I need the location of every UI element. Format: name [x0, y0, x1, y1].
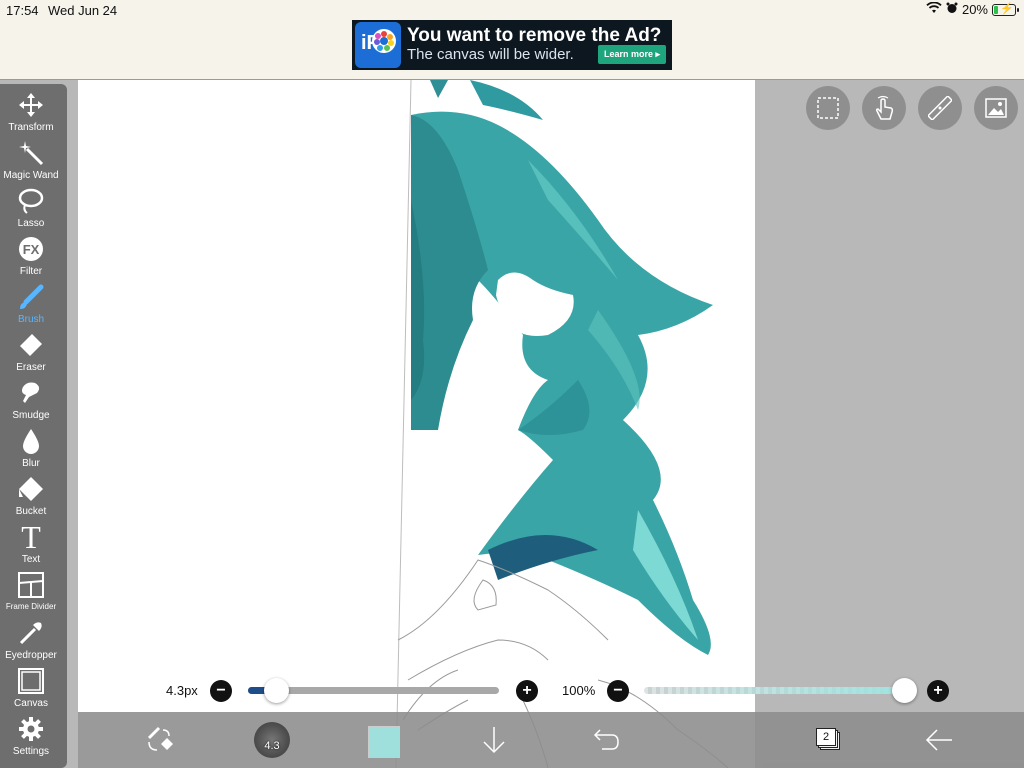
tool-label: Eraser — [16, 362, 46, 373]
layers-count: 2 — [816, 728, 836, 746]
reference-image-button[interactable] — [974, 86, 1018, 130]
download-arrow-icon — [483, 727, 505, 754]
tool-transform[interactable]: Transform — [0, 90, 62, 138]
tool-bucket[interactable]: Bucket — [0, 474, 62, 522]
tool-settings[interactable]: Settings — [0, 714, 62, 762]
fx-icon: FX — [16, 234, 46, 264]
canvas-surround — [755, 80, 1024, 768]
layers-icon: 2 — [814, 726, 842, 754]
artwork-hair-drawing — [395, 80, 729, 768]
back-button[interactable] — [921, 724, 957, 756]
tool-text[interactable]: T Text — [0, 518, 62, 570]
frame-divider-icon — [16, 570, 46, 600]
selection-icon — [817, 97, 839, 119]
tool-label: Lasso — [17, 218, 45, 229]
tool-label: Magic Wand — [3, 170, 59, 181]
wifi-icon — [926, 1, 942, 17]
opacity-slider[interactable] — [644, 687, 906, 694]
back-arrow-icon — [925, 729, 952, 751]
brush-icon — [16, 282, 46, 312]
tool-smudge[interactable]: Smudge — [0, 378, 62, 426]
gear-icon — [16, 714, 46, 744]
image-icon — [985, 98, 1007, 118]
ad-learn-more-button[interactable]: Learn more ▸ — [597, 45, 666, 64]
ibispaint-logo-icon: iP — [355, 22, 401, 68]
tool-magic-wand[interactable]: Magic Wand — [0, 138, 62, 186]
battery-icon: ⚡ — [992, 3, 1019, 16]
color-swatch[interactable] — [368, 726, 400, 758]
brush-size-short: 4.3 — [264, 740, 280, 752]
drawing-canvas[interactable] — [78, 80, 755, 768]
tool-brush[interactable]: Brush — [0, 282, 62, 330]
smudge-icon — [16, 378, 46, 408]
tool-eraser[interactable]: Eraser — [0, 330, 62, 378]
brush-preview-icon[interactable]: 4.3 — [254, 722, 290, 758]
tool-filter[interactable]: FX Filter — [0, 234, 62, 282]
selection-button[interactable] — [806, 86, 850, 130]
opacity-fill — [644, 687, 906, 694]
tool-label: Transform — [8, 122, 54, 133]
canvas-icon — [16, 666, 46, 696]
tool-label: Canvas — [14, 698, 48, 709]
move-arrows-icon — [16, 90, 46, 120]
brush-eraser-swap-button[interactable] — [142, 724, 178, 756]
opacity-increase-button[interactable]: + — [927, 680, 949, 702]
magic-wand-icon — [16, 138, 46, 168]
brush-eraser-swap-icon — [147, 726, 173, 751]
opacity-knob[interactable] — [892, 678, 917, 703]
eyedropper-icon — [16, 618, 46, 648]
tool-label: Frame Divider — [5, 602, 57, 611]
tool-label: Bucket — [15, 506, 47, 517]
battery-level — [994, 5, 999, 14]
alarm-icon — [946, 2, 958, 17]
status-bar: 17:54 Wed Jun 24 20% ⚡ iP You want to re… — [0, 0, 1024, 80]
hand-touch-icon — [875, 95, 894, 120]
tool-label: Smudge — [12, 410, 50, 421]
download-button[interactable] — [476, 724, 512, 756]
tool-label: Brush — [17, 314, 45, 325]
battery-percent: 20% — [961, 2, 988, 17]
svg-text:FX: FX — [23, 242, 40, 257]
ruler-icon — [928, 96, 952, 120]
tool-panel: Transform Magic Wand Lasso FX Filter Bru… — [0, 84, 67, 768]
ruler-button[interactable] — [918, 86, 962, 130]
drop-icon — [16, 426, 46, 456]
tool-label: Eyedropper — [5, 650, 57, 661]
tool-label: Settings — [12, 746, 50, 757]
touch-mode-button[interactable] — [862, 86, 906, 130]
brush-size-decrease-button[interactable]: − — [210, 680, 232, 702]
tool-label: Filter — [19, 266, 43, 277]
tool-frame-divider[interactable]: Frame Divider — [0, 570, 62, 618]
tool-lasso[interactable]: Lasso — [0, 186, 62, 234]
tool-blur[interactable]: Blur — [0, 426, 62, 474]
opacity-decrease-button[interactable]: − — [607, 680, 629, 702]
brush-size-value: 4.3px — [166, 683, 198, 698]
bottom-toolbar: 4.3 2 — [78, 712, 1024, 768]
bucket-icon — [16, 474, 46, 504]
status-time: 17:54 — [6, 3, 39, 18]
brush-size-increase-button[interactable]: + — [516, 680, 538, 702]
opacity-value: 100% — [562, 683, 596, 698]
tool-label: Blur — [22, 458, 40, 469]
ad-headline: You want to remove the Ad? — [407, 25, 662, 46]
eraser-icon — [16, 330, 46, 360]
tool-canvas[interactable]: Canvas — [0, 666, 62, 714]
tool-label: Text — [21, 554, 41, 565]
brush-size-knob[interactable] — [264, 678, 289, 703]
layers-button[interactable]: 2 — [810, 724, 846, 756]
status-date: Wed Jun 24 — [48, 3, 118, 18]
undo-button[interactable] — [587, 724, 623, 756]
text-icon: T — [21, 518, 41, 555]
ad-banner[interactable]: iP You want to remove the Ad? The canvas… — [352, 20, 672, 70]
undo-icon — [593, 729, 619, 750]
status-indicators: 20% ⚡ — [926, 1, 1019, 17]
lasso-icon — [16, 186, 46, 216]
tool-eyedropper[interactable]: Eyedropper — [0, 618, 62, 666]
